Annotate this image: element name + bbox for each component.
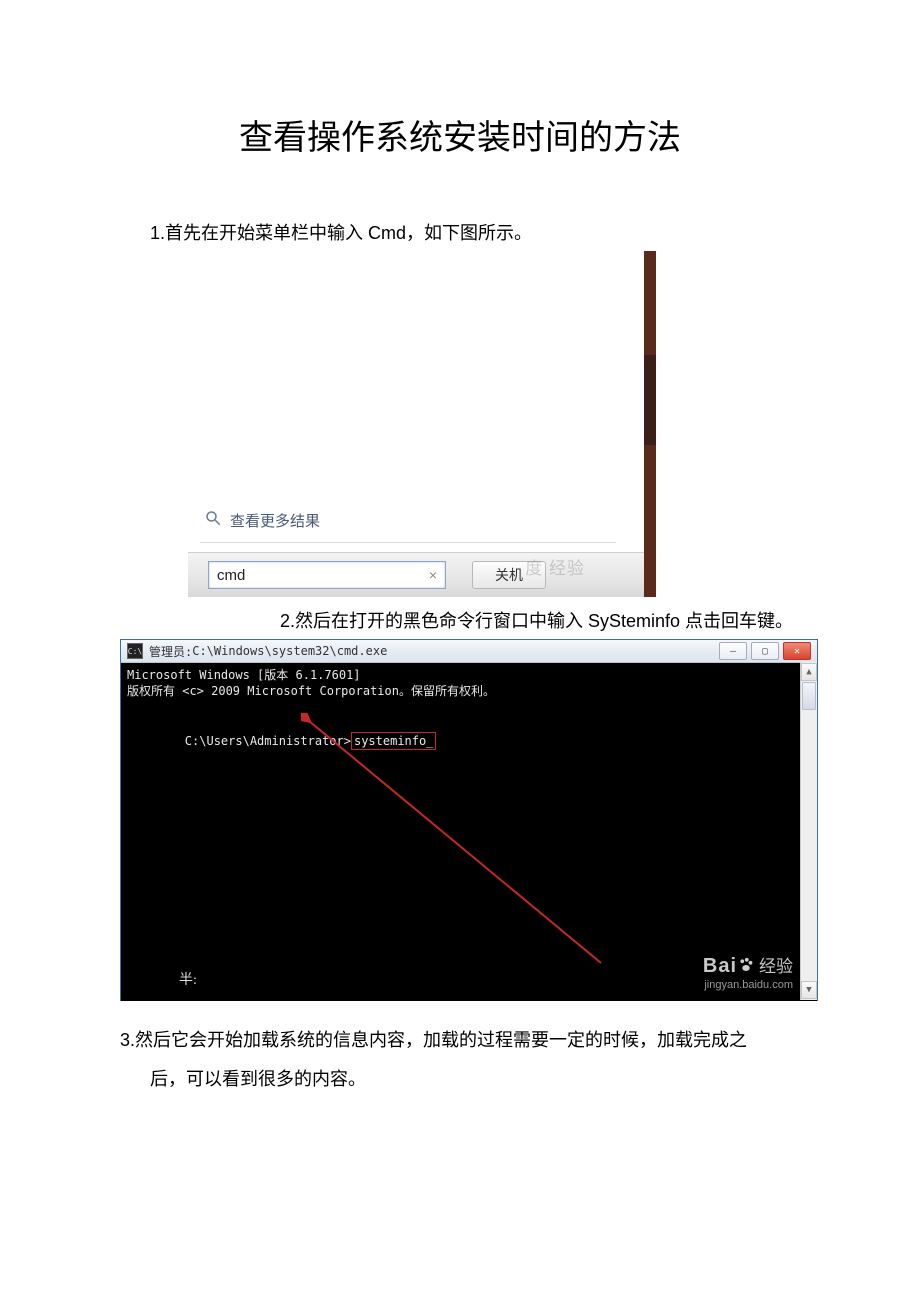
cmd-scrollbar[interactable]: ▲ ▼ xyxy=(800,662,817,1000)
more-results-label: 查看更多结果 xyxy=(230,510,320,531)
page-title: 查看操作系统安装时间的方法 xyxy=(120,110,800,159)
screenshot-start-menu: 查看更多结果 cmd × 关机 度 经验 xyxy=(158,251,656,597)
scroll-thumb[interactable] xyxy=(802,682,816,710)
step-3-text-line1: 3.然后它会开始加载系统的信息内容，加载的过程需要一定的时候，加载完成之 xyxy=(120,1015,800,1065)
step-3-text-line2: 后，可以看到很多的内容。 xyxy=(150,1065,800,1091)
paw-icon xyxy=(737,956,755,974)
watermark-brand: Bai xyxy=(703,955,737,977)
cmd-typed-command: systeminfo_ xyxy=(351,732,436,750)
cmd-titlebar: C:\ 管理员: C:\Windows\system32\cmd.exe — ▢… xyxy=(121,640,817,663)
cmd-icon: C:\ xyxy=(127,643,143,659)
watermark-faint: 度 经验 xyxy=(525,554,585,579)
cmd-title-path: C:\Windows\system32\cmd.exe xyxy=(192,644,387,658)
divider xyxy=(200,542,616,543)
start-menu-bottom-bar: cmd × 关机 度 经验 xyxy=(188,552,644,597)
search-input-value: cmd xyxy=(217,567,245,584)
cmd-prompt-line: C:\Users\Administrator>systeminfo_ xyxy=(127,716,811,767)
cmd-body[interactable]: Microsoft Windows [版本 6.1.7601] 版权所有 <c>… xyxy=(121,663,817,1001)
close-button[interactable]: ✕ xyxy=(783,642,811,660)
scroll-down-icon[interactable]: ▼ xyxy=(801,981,817,999)
search-input[interactable]: cmd × xyxy=(208,561,446,589)
cmd-line-2: 版权所有 <c> 2009 Microsoft Corporation。保留所有… xyxy=(127,683,811,699)
baidu-watermark: Bai 经验 jingyan.baidu.com xyxy=(703,953,793,993)
step-1-text: 1.首先在开始菜单栏中输入 Cmd，如下图所示。 xyxy=(150,219,800,245)
startmenu-edge-decoration xyxy=(644,355,656,445)
shutdown-button[interactable]: 关机 度 经验 xyxy=(472,561,546,589)
maximize-button[interactable]: ▢ xyxy=(751,642,779,660)
more-results-link[interactable]: 查看更多结果 xyxy=(204,509,320,531)
cmd-line-1: Microsoft Windows [版本 6.1.7601] xyxy=(127,667,811,683)
screenshot-cmd-window: C:\ 管理员: C:\Windows\system32\cmd.exe — ▢… xyxy=(120,639,818,1001)
scroll-up-icon[interactable]: ▲ xyxy=(801,663,817,681)
search-icon xyxy=(204,509,222,531)
watermark-cn: 经验 xyxy=(759,957,793,976)
minimize-button[interactable]: — xyxy=(719,642,747,660)
cmd-blank-line xyxy=(127,699,811,715)
shutdown-label: 关机 xyxy=(495,565,523,585)
cmd-bottom-char: 半: xyxy=(179,972,197,991)
cmd-prompt: C:\Users\Administrator> xyxy=(185,734,351,748)
clear-search-icon[interactable]: × xyxy=(429,567,437,583)
step-2-text: 2.然后在打开的黑色命令行窗口中输入 SySteminfo 点击回车键。 xyxy=(280,607,800,633)
watermark-url: jingyan.baidu.com xyxy=(703,978,793,993)
cmd-title-prefix: 管理员: xyxy=(149,643,192,660)
